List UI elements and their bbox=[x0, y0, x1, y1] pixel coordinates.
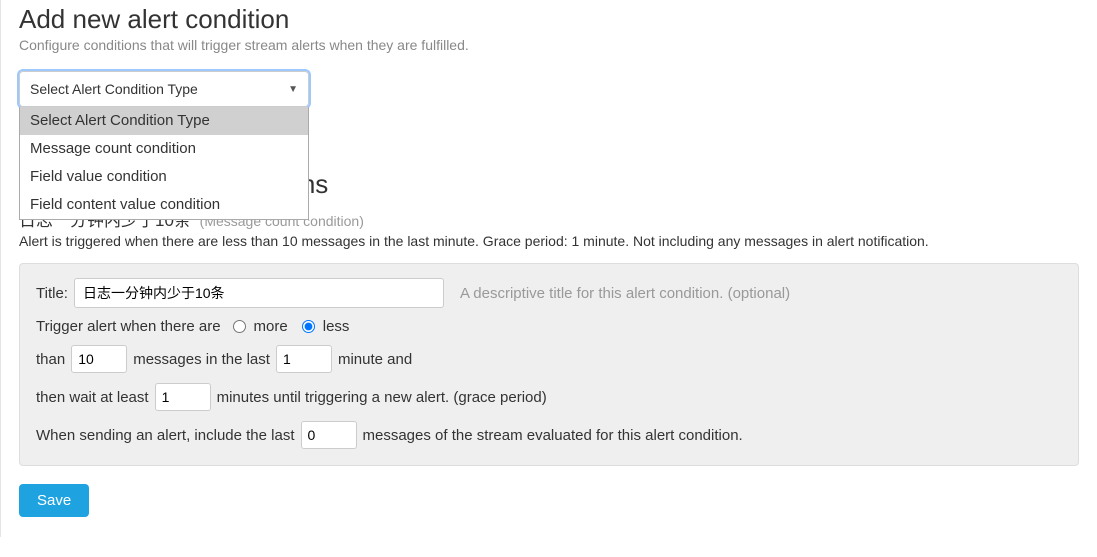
dropdown-option[interactable]: Field value condition bbox=[20, 163, 308, 191]
trigger-text: Trigger alert when there are bbox=[36, 318, 221, 335]
minute-and-text: minute and bbox=[338, 351, 412, 368]
save-button[interactable]: Save bbox=[19, 484, 89, 517]
page-subtitle: Configure conditions that will trigger s… bbox=[19, 37, 1097, 53]
time-input[interactable] bbox=[276, 345, 332, 373]
grace-period-text: minutes until triggering a new alert. (g… bbox=[217, 389, 547, 406]
threshold-input[interactable] bbox=[71, 345, 127, 373]
dropdown-option[interactable]: Message count condition bbox=[20, 135, 308, 163]
messages-in-last-text: messages in the last bbox=[133, 351, 270, 368]
alert-condition-type-dropdown: Select Alert Condition Type Message coun… bbox=[19, 107, 309, 220]
more-radio-label: more bbox=[254, 318, 288, 335]
title-label: Title: bbox=[36, 285, 68, 302]
less-radio-label: less bbox=[323, 318, 350, 335]
grace-input[interactable] bbox=[155, 383, 211, 411]
alert-condition-type-select[interactable]: Select Alert Condition Type ▼ bbox=[19, 71, 309, 107]
less-radio[interactable] bbox=[302, 320, 315, 333]
backlog-input[interactable] bbox=[301, 421, 357, 449]
condition-form-panel: Title: A descriptive title for this aler… bbox=[19, 263, 1079, 466]
wait-text: then wait at least bbox=[36, 389, 149, 406]
than-text: than bbox=[36, 351, 65, 368]
select-current-value: Select Alert Condition Type bbox=[30, 81, 198, 97]
chevron-down-icon: ▼ bbox=[288, 84, 298, 95]
include-last-text: When sending an alert, include the last bbox=[36, 427, 295, 444]
more-radio[interactable] bbox=[233, 320, 246, 333]
page-title: Add new alert condition bbox=[19, 4, 1097, 35]
title-input[interactable] bbox=[74, 278, 444, 308]
dropdown-option[interactable]: Field content value condition bbox=[20, 191, 308, 219]
title-hint: A descriptive title for this alert condi… bbox=[460, 285, 790, 302]
dropdown-option[interactable]: Select Alert Condition Type bbox=[20, 107, 308, 135]
condition-description: Alert is triggered when there are less t… bbox=[19, 233, 1097, 249]
backlog-suffix-text: messages of the stream evaluated for thi… bbox=[363, 427, 743, 444]
